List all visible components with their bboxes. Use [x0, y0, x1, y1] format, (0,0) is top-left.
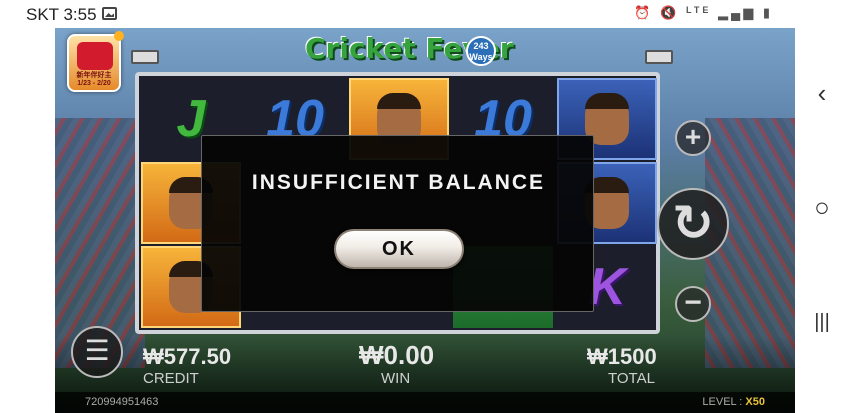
- letterbox-left: [0, 28, 55, 413]
- mute-icon: 🔇: [660, 5, 680, 20]
- bet-decrease-button[interactable]: −: [675, 286, 711, 322]
- lte-indicator: LTE: [686, 5, 712, 15]
- footer-bar: 720994951463 LEVEL : X50: [55, 392, 795, 413]
- home-button[interactable]: ○: [807, 192, 837, 222]
- ways-badge: 243 Ways: [466, 36, 496, 66]
- carrier-time: SKT 3:55: [26, 5, 97, 24]
- status-icons: ⏰ 🔇 LTE ▂▄▆ ▮: [634, 5, 773, 21]
- insufficient-balance-dialog: INSUFFICIENT BALANCE OK: [201, 135, 594, 312]
- win-value: ₩0.00: [359, 340, 435, 370]
- level-indicator: LEVEL : X50: [702, 396, 765, 408]
- android-nav-bar: ‹ ○ |||: [795, 0, 850, 413]
- promo-event-button[interactable]: 新年伴好主 1/23 - 2/20: [67, 31, 124, 92]
- alarm-icon: ⏰: [634, 5, 654, 20]
- ok-button[interactable]: OK: [334, 229, 464, 269]
- session-id: 720994951463: [85, 396, 159, 408]
- credit-label: CREDIT: [143, 370, 199, 387]
- status-bar: SKT 3:55 ⏰ 🔇 LTE ▂▄▆ ▮: [0, 0, 795, 28]
- recents-button[interactable]: |||: [807, 307, 837, 337]
- win-label: WIN: [381, 370, 411, 387]
- total-bet-label: TOTAL: [608, 370, 655, 387]
- credit-value: ₩577.50: [143, 344, 232, 369]
- promo-text: 新年伴好主 1/23 - 2/20: [76, 72, 112, 87]
- ways-label: Ways: [469, 52, 493, 62]
- gift-icon: [77, 42, 113, 70]
- gallery-notification-icon: [102, 7, 117, 20]
- ways-count: 243: [473, 41, 489, 51]
- notification-dot: [114, 31, 124, 41]
- total-bet-value: ₩1500: [587, 344, 657, 369]
- menu-button[interactable]: ☰: [71, 326, 123, 378]
- back-button[interactable]: ‹: [807, 78, 837, 108]
- stadium-light-icon: [645, 50, 673, 64]
- spin-button[interactable]: ↻: [657, 188, 729, 260]
- signal-icon: ▂▄▆: [718, 5, 757, 20]
- dialog-message: INSUFFICIENT BALANCE: [251, 171, 546, 194]
- stadium-light-icon: [131, 50, 159, 64]
- battery-icon: ▮: [762, 5, 773, 20]
- level-value: X50: [745, 396, 765, 408]
- level-label: LEVEL :: [702, 396, 743, 408]
- bet-increase-button[interactable]: +: [675, 120, 711, 156]
